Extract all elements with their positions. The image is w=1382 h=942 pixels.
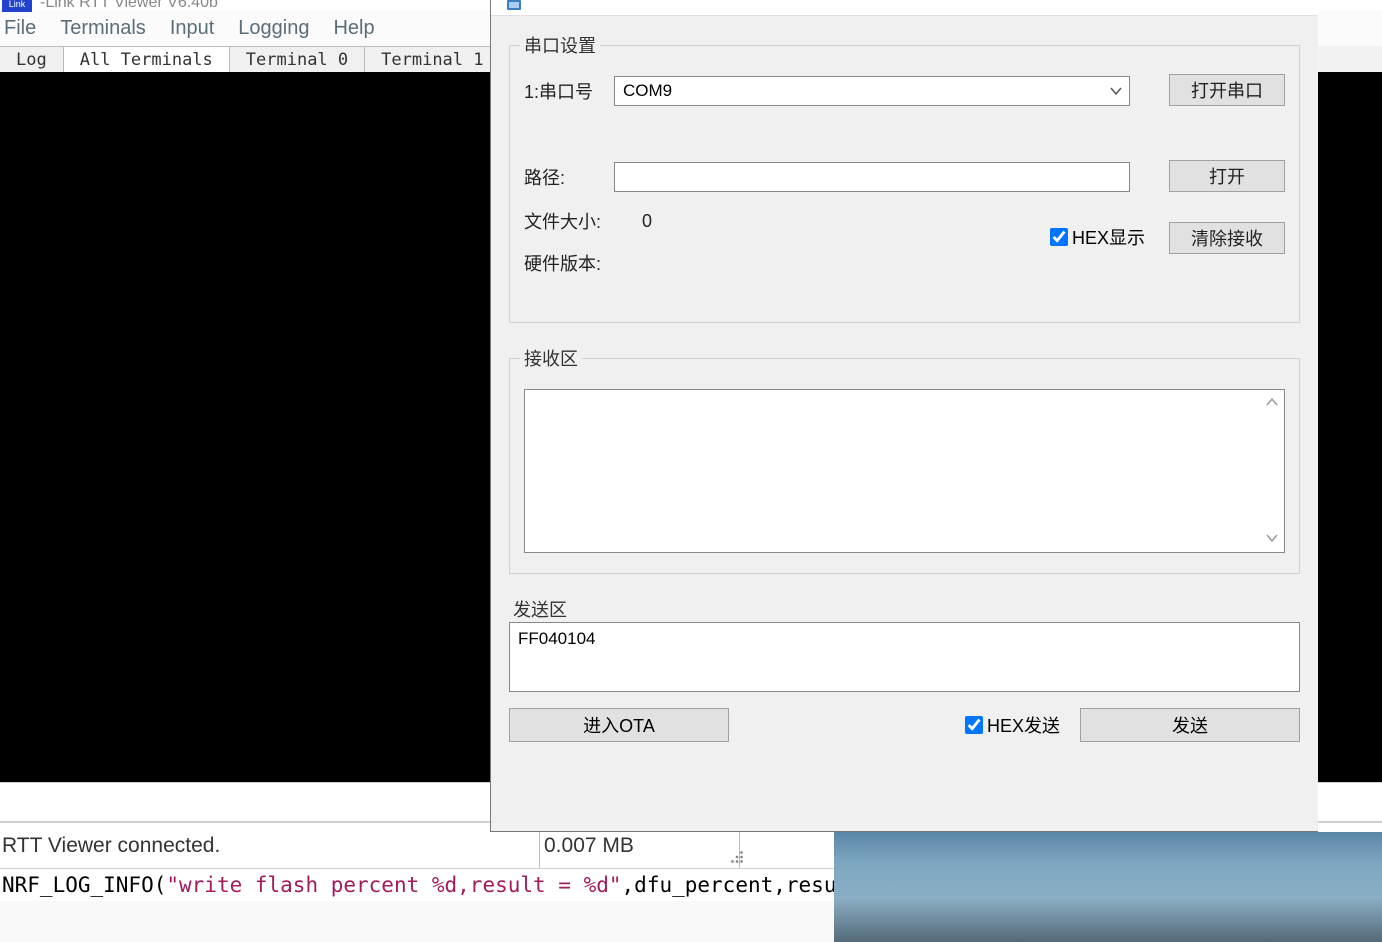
port-label: 1:串口号 <box>524 78 614 104</box>
hex-send-checkbox-wrap[interactable]: HEX发送 <box>965 712 1060 738</box>
open-file-button[interactable]: 打开 <box>1169 160 1285 192</box>
menu-terminals[interactable]: Terminals <box>60 17 146 40</box>
receive-group: 接收区 <box>509 345 1300 574</box>
hw-version-label: 硬件版本: <box>524 250 614 276</box>
filesize-value: 0 <box>614 211 652 232</box>
menu-input[interactable]: Input <box>170 17 214 40</box>
hex-send-checkbox[interactable] <box>965 716 983 734</box>
status-connected: RTT Viewer connected. <box>0 823 540 868</box>
send-button[interactable]: 发送 <box>1080 708 1300 742</box>
resize-grip-icon[interactable] <box>728 848 746 866</box>
scroll-down-icon[interactable] <box>1265 531 1281 547</box>
enter-ota-button[interactable]: 进入OTA <box>509 708 729 742</box>
hex-display-label: HEX显示 <box>1072 224 1145 250</box>
port-value: COM9 <box>623 81 672 101</box>
path-label: 路径: <box>524 164 614 190</box>
tab-log[interactable]: Log <box>0 46 64 72</box>
menu-help[interactable]: Help <box>333 17 374 40</box>
path-input[interactable] <box>614 162 1130 192</box>
scroll-up-icon[interactable] <box>1265 395 1281 411</box>
hex-display-checkbox[interactable] <box>1050 228 1068 246</box>
menu-file[interactable]: File <box>4 17 36 40</box>
tab-all-terminals[interactable]: All Terminals <box>64 46 230 72</box>
code-prefix: NRF_LOG_INFO( <box>2 873 166 897</box>
send-textarea[interactable]: FF040104 <box>509 622 1300 692</box>
tab-terminal-0[interactable]: Terminal 0 <box>230 46 365 72</box>
app-icon <box>505 0 525 16</box>
receive-textarea[interactable] <box>524 389 1285 553</box>
serial-settings-group: 串口设置 1:串口号 COM9 打开串口 路径: 打开 文件大小: <box>509 32 1300 323</box>
filesize-label: 文件大小: <box>524 208 614 234</box>
jlink-icon: Link <box>2 0 32 12</box>
send-legend: 发送区 <box>509 596 571 622</box>
send-group: 发送区 FF040104 进入OTA HEX发送 发送 <box>509 596 1300 742</box>
chevron-down-icon <box>1109 84 1123 98</box>
serial-tool-dialog: 串口设置 1:串口号 COM9 打开串口 路径: 打开 文件大小: <box>490 0 1318 832</box>
rtt-title: -Link RTT Viewer V6.40b <box>40 0 218 12</box>
desktop-wallpaper-strip <box>834 832 1382 942</box>
receive-legend: 接收区 <box>520 345 582 371</box>
hex-send-label: HEX发送 <box>987 712 1060 738</box>
hex-display-checkbox-wrap[interactable]: HEX显示 <box>1050 224 1145 250</box>
menu-logging[interactable]: Logging <box>238 17 309 40</box>
serial-settings-legend: 串口设置 <box>520 32 600 58</box>
dialog-titlebar[interactable] <box>491 0 1318 16</box>
port-combo[interactable]: COM9 <box>614 76 1130 106</box>
code-string: "write flash percent %d,result = %d" <box>166 873 621 897</box>
clear-receive-button[interactable]: 清除接收 <box>1169 222 1285 254</box>
tab-terminal-1[interactable]: Terminal 1 <box>365 46 500 72</box>
open-serial-button[interactable]: 打开串口 <box>1169 74 1285 106</box>
